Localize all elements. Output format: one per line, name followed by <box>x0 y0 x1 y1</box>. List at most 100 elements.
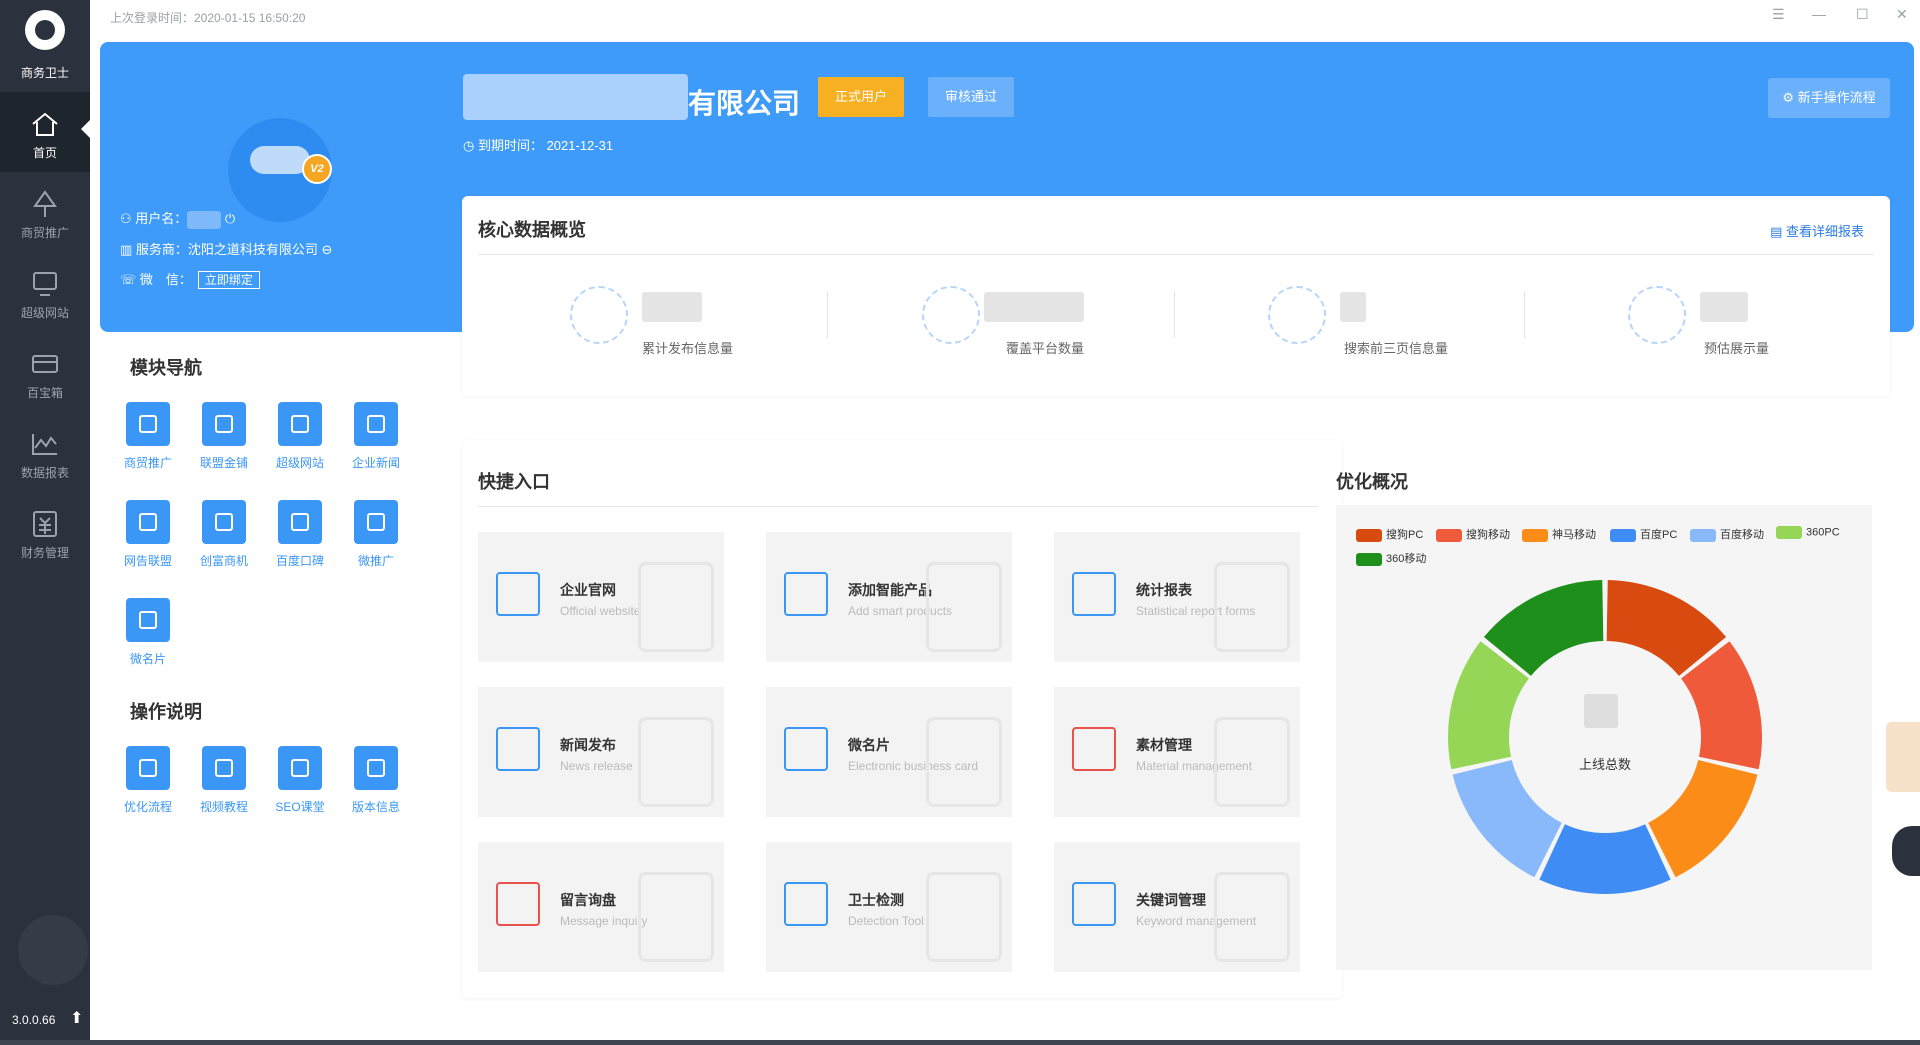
sidebar-item-label: 超级网站 <box>20 306 69 320</box>
username-row: ⚇ 用户名： ⏻ <box>120 208 235 229</box>
app-logo: 商务卫士 <box>0 0 90 90</box>
tile-detection-tool[interactable]: 卫士检测 Detection Tool <box>766 842 1012 972</box>
active-indicator <box>81 120 90 138</box>
legend-label: 神马移动 <box>1552 529 1596 541</box>
expire-date: ◷ 到期时间： 2021-12-31 <box>463 138 614 153</box>
stat-label: 预估展示量 <box>1704 341 1770 356</box>
instruction-video-tutorial[interactable]: 视频教程 <box>186 746 262 815</box>
report-form-icon <box>1072 572 1116 616</box>
upgrade-arrow-icon[interactable]: ⬆ <box>70 1008 83 1028</box>
wechat-row: ☏ 微 信： 立即绑定 <box>120 269 260 289</box>
app-name: 商务卫士 <box>20 66 69 80</box>
instruction-seo-class[interactable]: SEO课堂 <box>262 746 338 815</box>
sidebar-item-promotion[interactable]: 商贸推广 <box>0 172 90 252</box>
module-baidu-reputation[interactable]: 百度口碑 <box>262 500 338 569</box>
stat-published: 累计发布信息量 <box>570 286 870 366</box>
tile-add-smart-products[interactable]: 添加智能产品 Add smart products <box>766 532 1012 662</box>
module-alliance-shop[interactable]: 联盟金铺 <box>186 402 262 471</box>
divider <box>827 292 828 338</box>
floating-tool-button[interactable] <box>1892 826 1920 876</box>
minimize-icon[interactable]: — <box>1812 6 1826 22</box>
username-redacted <box>187 210 222 229</box>
menu-icon[interactable]: ☰ <box>1772 6 1785 23</box>
stat-top-three-pages: 搜索前三页信息量 <box>1268 286 1568 366</box>
legend-swatch <box>1356 552 1382 566</box>
legend-item[interactable]: 搜狗PC <box>1356 526 1423 542</box>
more-icon[interactable]: ⊖ <box>322 242 333 257</box>
sidebar-item-reports[interactable]: 数据报表 <box>0 412 90 492</box>
module-ad-alliance[interactable]: 网告联盟 <box>110 500 186 569</box>
legend-item[interactable]: 百度移动 <box>1690 526 1764 542</box>
box-icon <box>29 350 61 378</box>
module-company-news[interactable]: 企业新闻 <box>338 402 414 471</box>
tile-keyword-management[interactable]: 关键词管理 Keyword management <box>1054 842 1300 972</box>
module-micro-card[interactable]: 微名片 <box>110 598 186 667</box>
stat-value-redacted <box>1340 292 1366 322</box>
legend-label: 搜狗PC <box>1386 529 1424 541</box>
power-icon[interactable]: ⏻ <box>225 211 235 226</box>
instruction-optimize-flow[interactable]: 优化流程 <box>110 746 186 815</box>
message-icon <box>496 882 540 926</box>
legend-swatch <box>1776 526 1802 539</box>
gear-icon: ⚙ <box>1782 90 1798 105</box>
sidebar-item-home[interactable]: 首页 <box>0 92 90 172</box>
finance-icon <box>29 510 61 538</box>
close-icon[interactable]: ✕ <box>1896 6 1908 23</box>
sidebar-item-finance[interactable]: 财务管理 <box>0 492 90 572</box>
maximize-icon[interactable]: ☐ <box>1856 6 1869 23</box>
legend-label: 360移动 <box>1386 553 1427 565</box>
donut-slice-百度移动[interactable] <box>1452 759 1562 878</box>
legend-item[interactable]: 360移动 <box>1356 550 1426 566</box>
instruction-version-info[interactable]: 版本信息 <box>338 746 414 815</box>
tile-message-inquiry[interactable]: 留言询盘 Message inquiry <box>478 842 724 972</box>
tile-material-management[interactable]: 素材管理 Material management <box>1054 687 1300 817</box>
cloud-icon <box>570 286 628 344</box>
legend-item[interactable]: 搜狗移动 <box>1436 526 1510 542</box>
wechat-icon: ☏ <box>120 272 140 287</box>
sidebar-item-label: 数据报表 <box>20 466 69 480</box>
donut-slice-百度PC[interactable] <box>1539 824 1671 894</box>
website-icon <box>496 572 540 616</box>
company-name-redacted <box>463 74 688 120</box>
legend-item[interactable]: 百度PC <box>1610 526 1677 542</box>
stat-value-redacted <box>1700 292 1748 322</box>
flow-icon <box>126 746 170 790</box>
watermark-icon <box>926 872 1002 962</box>
target-icon <box>1268 286 1326 344</box>
legend-item[interactable]: 神马移动 <box>1522 526 1596 542</box>
legend-item[interactable]: 360PC <box>1776 526 1840 539</box>
opportunity-icon <box>202 500 246 544</box>
tile-official-website[interactable]: 企业官网 Official website <box>478 532 724 662</box>
stat-label: 累计发布信息量 <box>642 341 734 356</box>
watermark-icon <box>926 717 1002 807</box>
vip-badge: V2 <box>302 154 332 184</box>
bind-wechat-button[interactable]: 立即绑定 <box>197 271 260 289</box>
module-business-opportunity[interactable]: 创富商机 <box>186 500 262 569</box>
version-label: 3.0.0.66 <box>12 1013 56 1027</box>
view-detail-report-link[interactable]: ▤ 查看详细报表 <box>1770 221 1864 240</box>
watermark-icon <box>638 872 714 962</box>
sidebar-item-toolbox[interactable]: 百宝箱 <box>0 332 90 412</box>
module-trade-promotion[interactable]: 商贸推广 <box>110 402 186 471</box>
tile-news-release[interactable]: 新闻发布 News release <box>478 687 724 817</box>
donut-slice-神马移动[interactable] <box>1648 759 1758 878</box>
stat-value-redacted <box>984 292 1084 322</box>
beginner-guide-button[interactable]: ⚙ 新手操作流程 <box>1768 78 1890 118</box>
legend-label: 百度移动 <box>1720 529 1764 541</box>
module-micro-promotion[interactable]: 微推广 <box>338 500 414 569</box>
tile-business-card[interactable]: 微名片 Electronic business card <box>766 687 1012 817</box>
legend-swatch <box>1690 528 1716 542</box>
sidebar-item-super-website[interactable]: 超级网站 <box>0 252 90 332</box>
module-super-website[interactable]: 超级网站 <box>262 402 338 471</box>
watermark-icon <box>1214 717 1290 807</box>
card-icon <box>126 598 170 642</box>
legend-swatch <box>1436 528 1462 542</box>
legend-label: 百度PC <box>1640 529 1678 541</box>
quick-entry-card: 快捷入口 企业官网 Official website 添加智能产品 Add sm… <box>462 440 1342 998</box>
tile-statistical-report[interactable]: 统计报表 Statistical report forms <box>1054 532 1300 662</box>
promo-float-badge[interactable] <box>1886 722 1920 792</box>
globe-icon <box>922 286 980 344</box>
shop-icon <box>202 402 246 446</box>
service-provider-row: ▥ 服务商：沈阳之道科技有限公司 ⊖ <box>120 242 333 257</box>
last-login-time: 上次登录时间：2020-01-15 16:50:20 <box>110 11 306 25</box>
